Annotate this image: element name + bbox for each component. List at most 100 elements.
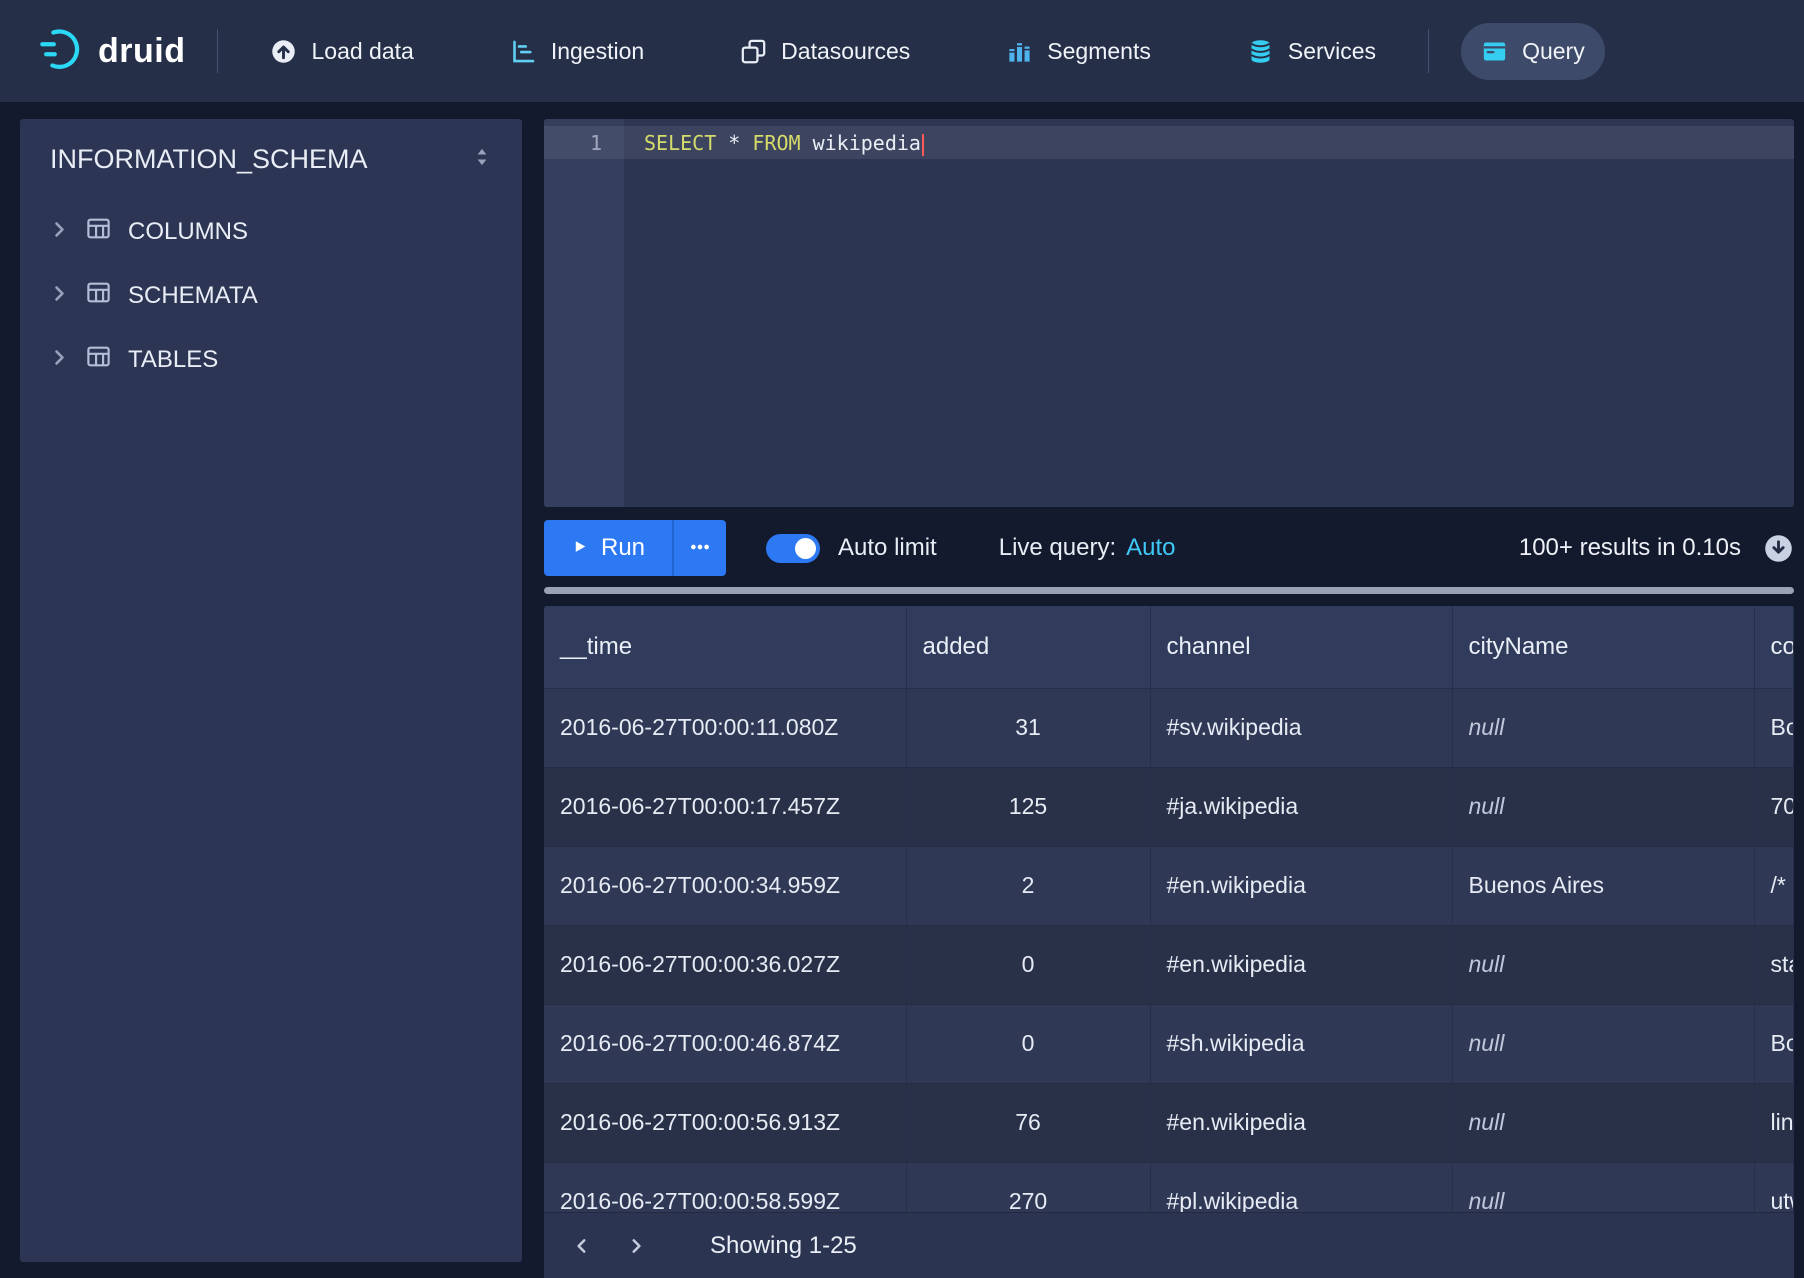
- sidebar-item-schemata[interactable]: SCHEMATA: [20, 264, 522, 328]
- table-cell[interactable]: 2: [906, 846, 1150, 925]
- query-workbench: 1 SELECT * FROM wikipedia Run: [544, 119, 1794, 1278]
- sql-text: wikipedia: [801, 131, 921, 155]
- table-cell[interactable]: null: [1452, 688, 1754, 767]
- table-cell[interactable]: 31: [906, 688, 1150, 767]
- table-cell[interactable]: 70.: [1754, 767, 1794, 846]
- sidebar-item-tables[interactable]: TABLES: [20, 328, 522, 392]
- table-row[interactable]: 2016-06-27T00:00:36.027Z0#en.wikipedianu…: [544, 925, 1794, 1004]
- sql-keyword: FROM: [752, 131, 800, 155]
- table-cell[interactable]: sta: [1754, 925, 1794, 1004]
- nav-item-segments[interactable]: Segments: [986, 23, 1171, 80]
- nav-item-load-data[interactable]: Load data: [250, 23, 433, 80]
- nav-label: Load data: [311, 38, 413, 65]
- previous-page-button[interactable]: [560, 1224, 604, 1268]
- sql-text: *: [716, 131, 752, 155]
- table-cell[interactable]: null: [1452, 1004, 1754, 1083]
- table-cell[interactable]: #sh.wikipedia: [1150, 1004, 1452, 1083]
- run-button-label: Run: [601, 534, 645, 562]
- results-panel: __time added channel cityName comment 20…: [544, 606, 1794, 1278]
- table-cell[interactable]: Buenos Aires: [1452, 846, 1754, 925]
- sql-editor[interactable]: 1 SELECT * FROM wikipedia: [544, 119, 1794, 507]
- druid-logo[interactable]: druid: [38, 26, 185, 77]
- run-toolbar: Run Auto limit Live query: Auto: [544, 519, 1794, 577]
- services-icon: [1247, 38, 1274, 65]
- live-query-control: Live query: Auto: [999, 534, 1176, 562]
- sql-code[interactable]: SELECT * FROM wikipedia: [624, 119, 924, 507]
- table-cell[interactable]: 2016-06-27T00:00:34.959Z: [544, 846, 906, 925]
- table-cell[interactable]: 2016-06-27T00:00:36.027Z: [544, 925, 906, 1004]
- sidebar-item-columns[interactable]: COLUMNS: [20, 200, 522, 264]
- download-results-icon[interactable]: [1763, 533, 1794, 564]
- table-cell[interactable]: link: [1754, 1083, 1794, 1162]
- table-cell[interactable]: Bo: [1754, 688, 1794, 767]
- live-query-mode-button[interactable]: Auto: [1126, 534, 1175, 562]
- column-header-added[interactable]: added: [906, 606, 1150, 688]
- table-header-row: __time added channel cityName comment: [544, 606, 1794, 688]
- horizontal-scrollbar[interactable]: [544, 587, 1794, 594]
- run-more-options-button[interactable]: [672, 520, 726, 576]
- table-grid-icon: [85, 343, 112, 377]
- table-row[interactable]: 2016-06-27T00:00:17.457Z125#ja.wikipedia…: [544, 767, 1794, 846]
- tree-item-label: SCHEMATA: [128, 282, 258, 310]
- nav-item-datasources[interactable]: Datasources: [720, 23, 930, 80]
- toggle-switch[interactable]: [766, 534, 820, 563]
- table-grid-icon: [85, 279, 112, 313]
- table-cell[interactable]: 0: [906, 1004, 1150, 1083]
- table-row[interactable]: 2016-06-27T00:00:56.913Z76#en.wikipedian…: [544, 1083, 1794, 1162]
- schema-sidebar: INFORMATION_SCHEMA COLUMNS: [20, 119, 522, 1262]
- table-cell[interactable]: 0: [906, 925, 1150, 1004]
- column-header-comment[interactable]: comment: [1754, 606, 1794, 688]
- nav-item-query[interactable]: Query: [1461, 23, 1605, 80]
- text-cursor: [922, 134, 924, 156]
- nav-label: Services: [1288, 38, 1376, 65]
- table-cell[interactable]: #sv.wikipedia: [1150, 688, 1452, 767]
- content-area: INFORMATION_SCHEMA COLUMNS: [0, 102, 1804, 1278]
- line-number: 1: [544, 127, 602, 159]
- auto-limit-toggle[interactable]: Auto limit: [766, 534, 937, 563]
- ingestion-icon: [510, 38, 537, 65]
- ellipsis-icon: [689, 536, 711, 561]
- table-row[interactable]: 2016-06-27T00:00:46.874Z0#sh.wikipedianu…: [544, 1004, 1794, 1083]
- table-cell[interactable]: 2016-06-27T00:00:56.913Z: [544, 1083, 906, 1162]
- table-cell[interactable]: 2016-06-27T00:00:11.080Z: [544, 688, 906, 767]
- table-row[interactable]: 2016-06-27T00:00:11.080Z31#sv.wikipedian…: [544, 688, 1794, 767]
- table-row[interactable]: 2016-06-27T00:00:34.959Z2#en.wikipediaBu…: [544, 846, 1794, 925]
- column-header-cityname[interactable]: cityName: [1452, 606, 1754, 688]
- nav-item-services[interactable]: Services: [1227, 23, 1396, 80]
- nav-label: Query: [1522, 38, 1585, 65]
- table-cell[interactable]: 2016-06-27T00:00:17.457Z: [544, 767, 906, 846]
- datasources-icon: [740, 38, 767, 65]
- double-caret-vertical-icon[interactable]: [468, 143, 496, 176]
- chevron-right-icon: [50, 218, 69, 246]
- tree-item-label: TABLES: [128, 346, 218, 374]
- topbar-divider: [217, 29, 218, 73]
- run-button-group: Run: [544, 520, 726, 576]
- table-cell[interactable]: null: [1452, 925, 1754, 1004]
- table-cell[interactable]: null: [1452, 1083, 1754, 1162]
- results-table: __time added channel cityName comment 20…: [544, 606, 1794, 1242]
- table-cell[interactable]: #en.wikipedia: [1150, 925, 1452, 1004]
- next-page-button[interactable]: [614, 1224, 658, 1268]
- nav-item-ingestion[interactable]: Ingestion: [490, 23, 664, 80]
- table-cell[interactable]: Bo: [1754, 1004, 1794, 1083]
- auto-limit-label: Auto limit: [838, 534, 937, 562]
- schema-title: INFORMATION_SCHEMA: [50, 144, 368, 175]
- table-cell[interactable]: 2016-06-27T00:00:46.874Z: [544, 1004, 906, 1083]
- table-cell[interactable]: /* S: [1754, 846, 1794, 925]
- table-cell[interactable]: 125: [906, 767, 1150, 846]
- editor-gutter: 1: [544, 119, 624, 507]
- top-navigation-bar: druid Load data Ingestion: [0, 0, 1804, 102]
- toggle-knob: [795, 538, 816, 559]
- chevron-right-icon: [50, 282, 69, 310]
- live-query-label: Live query:: [999, 534, 1116, 562]
- table-cell[interactable]: 76: [906, 1083, 1150, 1162]
- column-header-time[interactable]: __time: [544, 606, 906, 688]
- table-cell[interactable]: null: [1452, 767, 1754, 846]
- table-cell[interactable]: #en.wikipedia: [1150, 1083, 1452, 1162]
- chevron-right-icon: [50, 346, 69, 374]
- nav-label: Ingestion: [551, 38, 644, 65]
- column-header-channel[interactable]: channel: [1150, 606, 1452, 688]
- table-cell[interactable]: #en.wikipedia: [1150, 846, 1452, 925]
- table-cell[interactable]: #ja.wikipedia: [1150, 767, 1452, 846]
- run-button[interactable]: Run: [544, 520, 672, 576]
